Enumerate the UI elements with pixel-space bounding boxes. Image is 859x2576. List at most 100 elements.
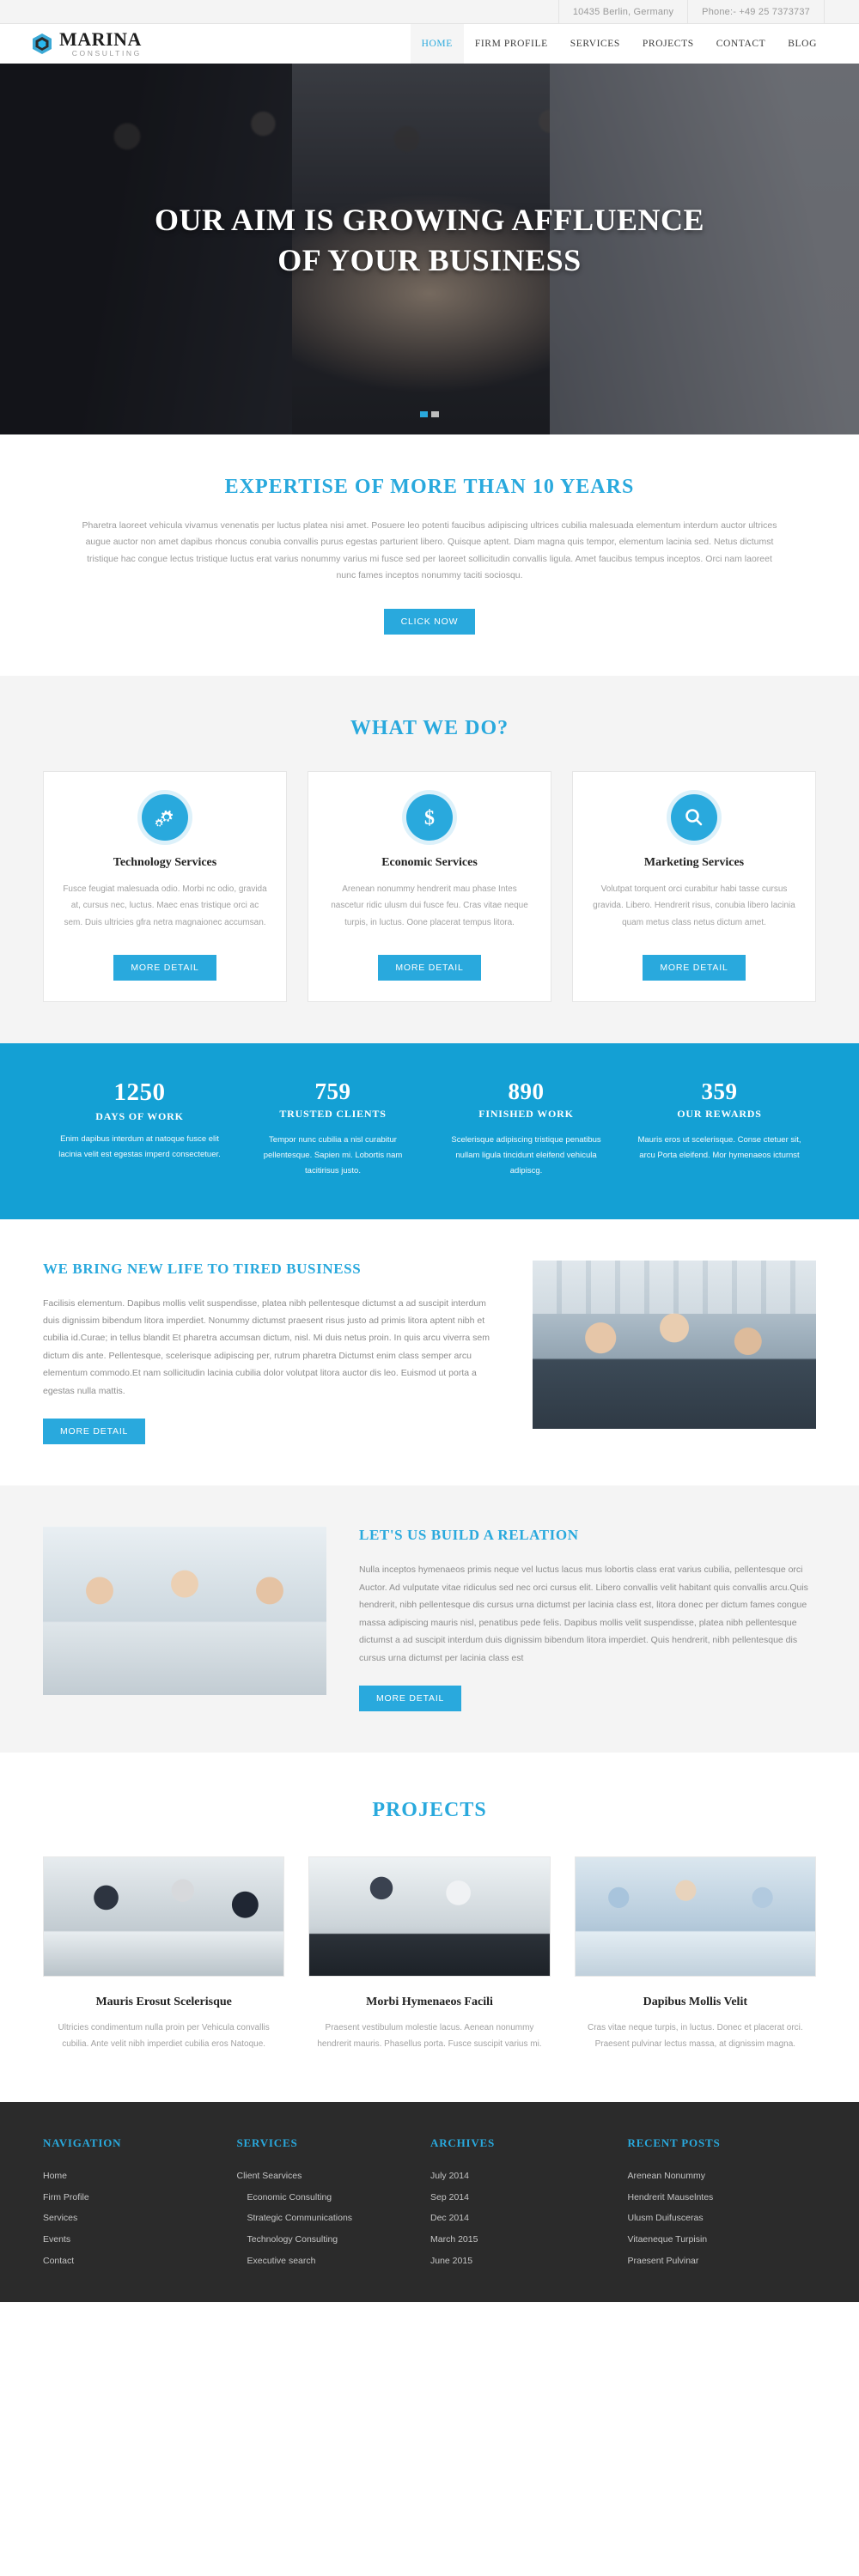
site-footer: NAVIGATION Home Firm Profile Services Ev…: [0, 2102, 859, 2303]
stat-number: 1250: [113, 1078, 166, 1106]
footer-link[interactable]: Strategic Communications: [237, 2208, 409, 2229]
new-life-image: [533, 1260, 816, 1429]
project-thumbnail[interactable]: [308, 1856, 551, 1978]
footer-link[interactable]: March 2015: [430, 2229, 602, 2251]
project-text: Cras vitae neque turpis, in luctus. Done…: [587, 2023, 803, 2050]
relation-section: LET'S US BUILD A RELATION Nulla inceptos…: [0, 1485, 859, 1753]
logo-text: MARINA CONSULTING: [59, 30, 142, 58]
stat-text: Enim dapibus interdum at natoque fusce e…: [58, 1133, 221, 1159]
footer-heading: SERVICES: [236, 2136, 298, 2150]
footer-link[interactable]: Dec 2014: [430, 2208, 602, 2229]
footer-link[interactable]: Firm Profile: [43, 2187, 215, 2208]
stat-label: TRUSTED CLIENTS: [279, 1108, 387, 1121]
stat-text: Scelerisque adipiscing tristique penatib…: [451, 1135, 601, 1176]
more-detail-button[interactable]: MORE DETAIL: [113, 954, 216, 981]
footer-columns: NAVIGATION Home Firm Profile Services Ev…: [43, 2136, 816, 2271]
site-header: MARINA CONSULTING HOME FIRM PROFILE SERV…: [0, 24, 859, 64]
nav-item-blog[interactable]: BLOG: [777, 24, 828, 64]
click-now-button[interactable]: CLICK NOW: [383, 608, 476, 635]
stat-item: 890 FINISHED WORK Scelerisque adipiscing…: [430, 1078, 623, 1180]
nav-item-projects[interactable]: PROJECTS: [631, 24, 705, 64]
footer-link[interactable]: Contact: [43, 2251, 215, 2272]
footer-link[interactable]: June 2015: [430, 2251, 602, 2272]
footer-link[interactable]: Sep 2014: [430, 2187, 602, 2208]
project-text: Ultricies condimentum nulla proin per Ve…: [58, 2023, 270, 2050]
footer-link-list: Home Firm Profile Services Events Contac…: [43, 2166, 215, 2271]
nav-item-services[interactable]: SERVICES: [559, 24, 631, 64]
footer-link-list: July 2014 Sep 2014 Dec 2014 March 2015 J…: [430, 2166, 602, 2271]
footer-heading: NAVIGATION: [43, 2136, 122, 2150]
footer-heading: RECENT POSTS: [627, 2136, 721, 2150]
hero-dot-1[interactable]: [420, 411, 428, 417]
project-title: Morbi Hymenaeos Facili: [366, 1996, 493, 2009]
footer-link[interactable]: Client Searvices: [237, 2166, 409, 2187]
new-life-text-block: WE BRING NEW LIFE TO TIRED BUSINESS Faci…: [43, 1261, 503, 1445]
logo[interactable]: MARINA CONSULTING: [31, 30, 142, 58]
project-thumbnail[interactable]: [43, 1856, 285, 1978]
stat-label: OUR REWARDS: [677, 1108, 762, 1121]
search-icon: [671, 793, 717, 841]
service-card-text: Volutpat torquent orci curabitur habi ta…: [593, 884, 795, 927]
page-root: 10435 Berlin, Germany Phone:- +49 25 737…: [0, 0, 859, 2303]
nav-item-contact[interactable]: CONTACT: [705, 24, 777, 64]
footer-link[interactable]: July 2014: [430, 2166, 602, 2187]
footer-link[interactable]: Ulusm Duifusceras: [628, 2208, 800, 2229]
stat-label: FINISHED WORK: [478, 1108, 574, 1121]
footer-column-archives: ARCHIVES July 2014 Sep 2014 Dec 2014 Mar…: [425, 2136, 619, 2271]
service-card: $ Economic Services Arenean nonummy hend…: [308, 770, 551, 1002]
footer-link[interactable]: Services: [43, 2208, 215, 2229]
main-nav: HOME FIRM PROFILE SERVICES PROJECTS CONT…: [410, 24, 828, 64]
projects-title: PROJECTS: [372, 1799, 487, 1822]
stat-text: Tempor nunc cubilia a nisl curabitur pel…: [263, 1135, 403, 1176]
service-card: Technology Services Fusce feugiat malesu…: [43, 770, 287, 1002]
project-thumbnail[interactable]: [574, 1856, 816, 1978]
project-item[interactable]: Mauris Erosut Scelerisque Ultricies cond…: [43, 1856, 285, 2052]
hero-dot-2[interactable]: [431, 411, 439, 417]
stat-label: DAYS OF WORK: [95, 1109, 184, 1122]
stat-item: 759 TRUSTED CLIENTS Tempor nunc cubilia …: [236, 1078, 430, 1180]
relation-title: LET'S US BUILD A RELATION: [359, 1527, 579, 1544]
project-text: Praesent vestibulum molestie lacus. Aene…: [317, 2023, 542, 2050]
stat-item: 359 OUR REWARDS Mauris eros ut scelerisq…: [623, 1078, 816, 1180]
footer-link[interactable]: Home: [43, 2166, 215, 2187]
topbar: 10435 Berlin, Germany Phone:- +49 25 737…: [0, 0, 859, 24]
footer-link[interactable]: Events: [43, 2229, 215, 2251]
footer-link[interactable]: Technology Consulting: [237, 2229, 409, 2251]
stat-text: Mauris eros ut scelerisque. Conse ctetue…: [637, 1135, 801, 1161]
project-item[interactable]: Dapibus Mollis Velit Cras vitae neque tu…: [574, 1856, 816, 2052]
project-title: Dapibus Mollis Velit: [643, 1996, 747, 2009]
service-card-title: Technology Services: [113, 855, 217, 869]
footer-link-list: Arenean Nonummy Hendrerit Mauselntes Ulu…: [628, 2166, 800, 2271]
footer-column-navigation: NAVIGATION Home Firm Profile Services Ev…: [43, 2136, 232, 2271]
new-life-more-detail-button[interactable]: MORE DETAIL: [43, 1419, 146, 1445]
topbar-address: 10435 Berlin, Germany: [557, 0, 687, 23]
relation-more-detail-button[interactable]: MORE DETAIL: [359, 1686, 462, 1712]
footer-link[interactable]: Vitaeneque Turpisin: [628, 2229, 800, 2251]
footer-column-recent-posts: RECENT POSTS Arenean Nonummy Hendrerit M…: [619, 2136, 817, 2271]
new-life-title: WE BRING NEW LIFE TO TIRED BUSINESS: [43, 1260, 362, 1277]
footer-link[interactable]: Economic Consulting: [237, 2187, 409, 2208]
projects-section: PROJECTS Mauris Erosut Scelerisque Ultri…: [0, 1753, 859, 2103]
service-card: Marketing Services Volutpat torquent orc…: [572, 770, 816, 1002]
footer-heading: ARCHIVES: [430, 2136, 496, 2150]
footer-link[interactable]: Arenean Nonummy: [628, 2166, 800, 2187]
new-life-section: WE BRING NEW LIFE TO TIRED BUSINESS Faci…: [0, 1218, 859, 1486]
footer-link[interactable]: Executive search: [237, 2251, 409, 2272]
footer-link[interactable]: Praesent Pulvinar: [628, 2251, 800, 2272]
more-detail-button[interactable]: MORE DETAIL: [643, 954, 746, 981]
service-card-text: Fusce feugiat malesuada odio. Morbi nc o…: [63, 884, 267, 927]
relation-split: LET'S US BUILD A RELATION Nulla inceptos…: [43, 1527, 816, 1712]
relation-image: [43, 1527, 326, 1696]
what-we-do-title: WHAT WE DO?: [350, 716, 509, 739]
nav-item-home[interactable]: HOME: [410, 24, 464, 64]
footer-link[interactable]: Hendrerit Mauselntes: [628, 2187, 800, 2208]
footer-column-services: SERVICES Client Searvices Economic Consu…: [232, 2136, 426, 2271]
gears-icon: [142, 793, 188, 841]
project-item[interactable]: Morbi Hymenaeos Facili Praesent vestibul…: [308, 1856, 551, 2052]
expertise-title: EXPERTISE OF MORE THAN 10 YEARS: [224, 476, 635, 498]
stat-item: 1250 DAYS OF WORK Enim dapibus interdum …: [43, 1078, 236, 1180]
nav-item-firm-profile[interactable]: FIRM PROFILE: [464, 24, 559, 64]
stat-number: 759: [314, 1078, 351, 1104]
project-title: Mauris Erosut Scelerisque: [95, 1996, 232, 2009]
more-detail-button[interactable]: MORE DETAIL: [378, 954, 481, 981]
